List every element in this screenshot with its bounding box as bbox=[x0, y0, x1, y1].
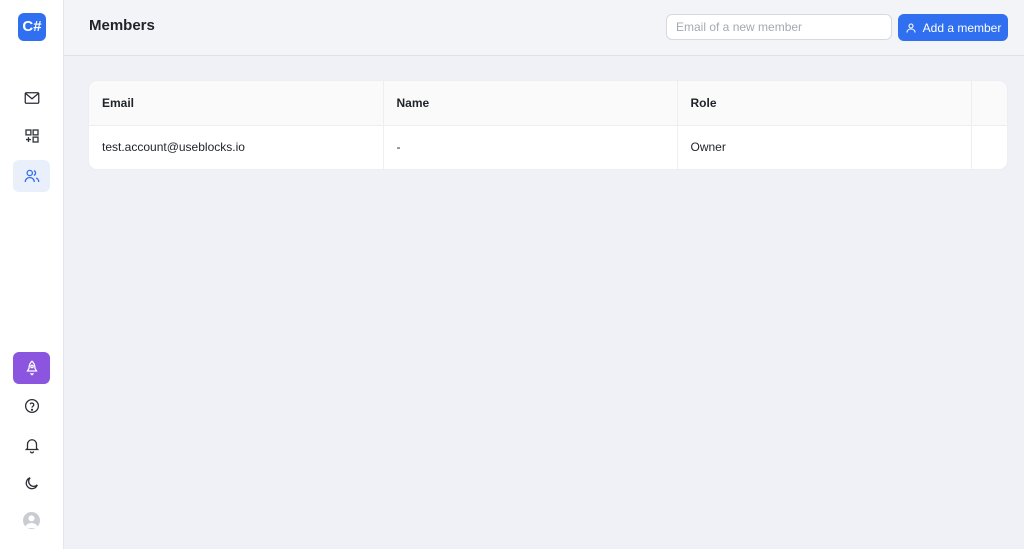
new-member-email-input[interactable] bbox=[666, 14, 892, 40]
user-avatar-icon bbox=[25, 515, 38, 529]
column-header-actions bbox=[971, 81, 1007, 126]
add-member-button[interactable]: Add a member bbox=[898, 14, 1008, 41]
bell-icon bbox=[24, 439, 39, 454]
rocket-icon bbox=[25, 360, 38, 376]
user-icon bbox=[906, 22, 916, 33]
members-table-card: Email Name Role test.account@useblocks.i… bbox=[89, 81, 1007, 169]
avatar[interactable] bbox=[23, 512, 40, 529]
member-role-cell: Owner bbox=[677, 125, 972, 169]
users-icon bbox=[24, 169, 39, 183]
column-header-name[interactable]: Name bbox=[383, 81, 678, 126]
add-member-label: Add a member bbox=[922, 20, 1002, 35]
sidebar-item-members[interactable] bbox=[13, 160, 50, 192]
member-name-cell: - bbox=[383, 125, 678, 169]
sidebar-item-help[interactable] bbox=[13, 390, 50, 422]
sidebar-item-inbox[interactable] bbox=[13, 82, 50, 114]
sidebar-item-notifications[interactable] bbox=[13, 429, 50, 461]
top-bar: Members Add a member bbox=[64, 0, 1024, 56]
table-header-row: Email Name Role bbox=[89, 81, 1007, 126]
member-actions-cell[interactable] bbox=[971, 125, 1007, 169]
column-header-email[interactable]: Email bbox=[89, 81, 384, 126]
help-circle-icon bbox=[24, 398, 39, 414]
member-email-cell: test.account@useblocks.io bbox=[89, 125, 384, 169]
sidebar-item-launch[interactable] bbox=[13, 352, 50, 384]
members-table: Email Name Role test.account@useblocks.i… bbox=[89, 81, 1007, 169]
page-title: Members bbox=[89, 17, 155, 34]
apps-add-icon bbox=[24, 129, 39, 143]
sidebar: C# bbox=[0, 0, 64, 549]
column-header-role[interactable]: Role bbox=[677, 81, 972, 126]
table-row[interactable]: test.account@useblocks.io - Owner bbox=[89, 125, 1007, 169]
sidebar-item-theme[interactable] bbox=[13, 467, 50, 499]
sidebar-item-apps[interactable] bbox=[13, 120, 50, 152]
app-logo[interactable]: C# bbox=[18, 13, 46, 41]
moon-icon bbox=[25, 477, 38, 490]
mail-icon bbox=[24, 92, 39, 104]
